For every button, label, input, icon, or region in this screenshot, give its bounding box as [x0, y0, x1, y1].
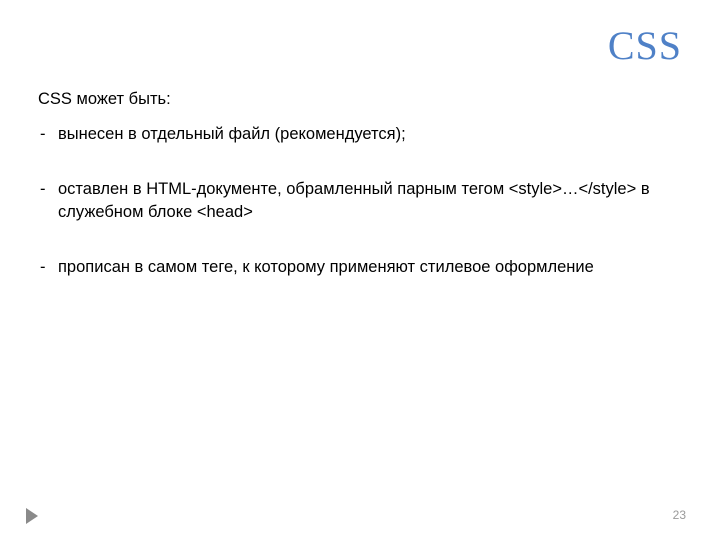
page-number: 23 — [673, 508, 686, 522]
bullet-list: вынесен в отдельный файл (рекомендуется)… — [38, 123, 682, 279]
list-item: оставлен в HTML-документе, обрамленный п… — [38, 178, 682, 224]
list-item: вынесен в отдельный файл (рекомендуется)… — [38, 123, 682, 146]
slide: CSS CSS может быть: вынесен в отдельный … — [0, 0, 720, 540]
play-arrow-icon — [26, 508, 38, 524]
intro-text: CSS может быть: — [38, 88, 682, 111]
slide-title: CSS — [608, 22, 682, 69]
list-item: прописан в самом теге, к которому примен… — [38, 256, 682, 279]
slide-body: CSS может быть: вынесен в отдельный файл… — [38, 88, 682, 311]
